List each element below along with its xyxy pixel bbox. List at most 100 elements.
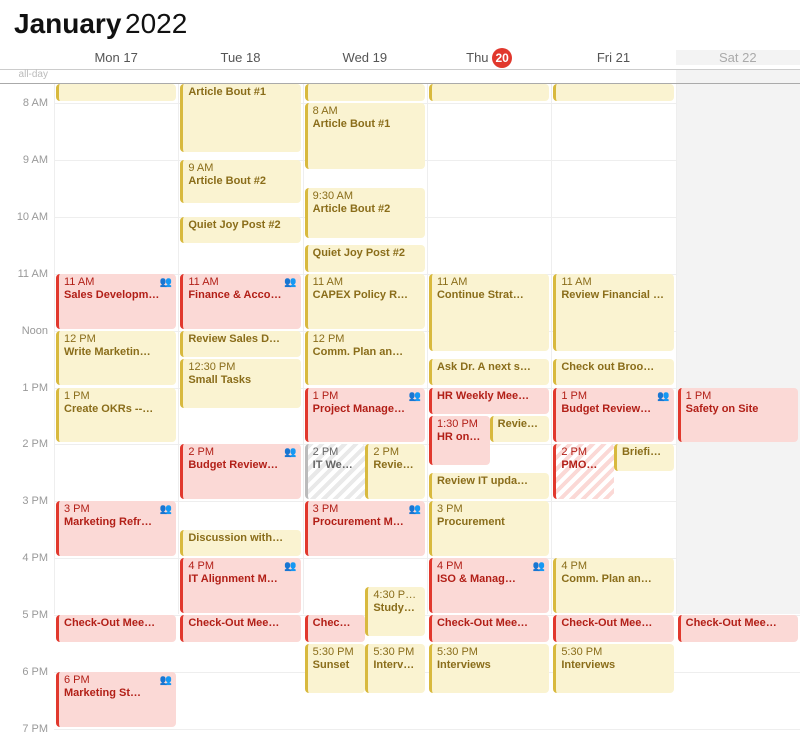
event[interactable]: 2 PMIT We…: [305, 444, 366, 499]
day-header-5[interactable]: Sat 22: [676, 50, 800, 65]
event[interactable]: 11 AMFinance & Acco…👥: [180, 274, 300, 329]
event[interactable]: 1:30 PMHR on…: [429, 416, 490, 465]
event[interactable]: 3 PMMarketing Refr…👥: [56, 501, 176, 556]
event-title: Quiet Joy Post #2: [188, 219, 295, 232]
event[interactable]: 5:30 PMInterviews: [553, 644, 673, 693]
day-header-3[interactable]: Thu 20: [427, 48, 551, 68]
event[interactable]: Check-Out Mee…: [553, 615, 673, 641]
event-title: Check-Out Mee…: [437, 617, 544, 630]
event-title: Check-Out Mee…: [64, 617, 171, 630]
event[interactable]: Briefi…: [614, 444, 674, 470]
event[interactable]: 1 PMBudget Review…👥: [553, 388, 673, 443]
event-title: Review Financial Report & Prepa…: [561, 289, 668, 302]
event[interactable]: HR Weekly Mee…: [429, 388, 549, 414]
event-title: IT Alignment M…: [188, 573, 295, 586]
event-title: Article Bout #1: [188, 86, 295, 99]
day-header-2[interactable]: Wed 19: [303, 50, 427, 65]
attendees-icon: 👥: [160, 503, 172, 516]
event[interactable]: [305, 84, 425, 101]
event[interactable]: 1 PMCreate OKRs --…: [56, 388, 176, 443]
event[interactable]: 1 PMProject Manage…👥: [305, 388, 425, 443]
event[interactable]: Check out Broo…: [553, 359, 673, 385]
event[interactable]: 8 AMArticle Bout #1: [305, 103, 425, 169]
today-badge: 20: [492, 48, 512, 68]
event[interactable]: 6 PMMarketing St…👥: [56, 672, 176, 727]
event[interactable]: Check-Out Mee…: [678, 615, 798, 641]
event[interactable]: [429, 84, 549, 101]
title-month: January: [14, 8, 121, 39]
attendees-icon: 👥: [284, 560, 296, 573]
calendar-grid[interactable]: 8 AM9 AM10 AM11 AMNoon1 PM2 PM3 PM4 PM5 …: [0, 84, 800, 614]
day-col-1[interactable]: Article Bout #1 9 AMArticle Bout #2 Quiet …: [178, 84, 302, 614]
event[interactable]: Review IT upda…: [429, 473, 549, 499]
event[interactable]: 9:30 AMArticle Bout #2: [305, 188, 425, 237]
day-col-4[interactable]: 11 AMReview Financial Report & Prepa… Che…: [551, 84, 675, 614]
allday-col-4[interactable]: [551, 70, 675, 83]
allday-col-0[interactable]: [54, 70, 178, 83]
event-title: Small Tasks: [188, 374, 295, 387]
event-time: 5:30 PM: [373, 646, 420, 659]
event[interactable]: 4:30 P…Study…: [365, 587, 425, 636]
event-title: Write Marketin…: [64, 346, 171, 359]
allday-col-2[interactable]: [303, 70, 427, 83]
event-title: HR on…: [437, 431, 485, 444]
event[interactable]: [56, 84, 176, 101]
event[interactable]: 5:30 PMInterv…: [365, 644, 425, 693]
event[interactable]: 2 PMRevie…: [365, 444, 425, 499]
event[interactable]: Check-Out Mee…: [56, 615, 176, 641]
event[interactable]: 4 PMComm. Plan an…: [553, 558, 673, 613]
event-title: Check-Out Mee…: [686, 617, 793, 630]
event[interactable]: [553, 84, 673, 101]
event-title: Project Manage…: [313, 403, 420, 416]
event[interactable]: Article Bout #1: [180, 84, 300, 152]
allday-col-5[interactable]: [676, 70, 800, 83]
day-col-5[interactable]: 1 PMSafety on SiteCheck-Out Mee…: [676, 84, 800, 614]
event-time: 2 PM: [313, 446, 361, 459]
event[interactable]: 12 PMWrite Marketin…: [56, 331, 176, 386]
day-col-2[interactable]: 8 AMArticle Bout #1 9:30 AMArticle Bout #…: [303, 84, 427, 614]
event[interactable]: 12:30 PMSmall Tasks: [180, 359, 300, 408]
event-title: Interviews: [561, 659, 668, 672]
event-title: Discussion with…: [188, 532, 295, 545]
event-time: 3 PM: [313, 503, 420, 516]
event[interactable]: Ask Dr. A next s…: [429, 359, 549, 385]
event[interactable]: 3 PMProcurement: [429, 501, 549, 556]
day-header-0[interactable]: Mon 17: [54, 50, 178, 65]
event[interactable]: 11 AMContinue Strat…: [429, 274, 549, 352]
event[interactable]: 11 AMCAPEX Policy R…: [305, 274, 425, 329]
event[interactable]: 2 PMPMO…: [553, 444, 614, 499]
event-time: 11 AM: [188, 276, 295, 289]
event[interactable]: Chec…: [305, 615, 366, 641]
event[interactable]: 4 PMIT Alignment M…👥: [180, 558, 300, 613]
event[interactable]: 2 PMBudget Review…👥: [180, 444, 300, 499]
event[interactable]: 5:30 PMInterviews: [429, 644, 549, 693]
event[interactable]: 11 AMReview Financial Report & Prepa…: [553, 274, 673, 352]
allday-col-1[interactable]: [178, 70, 302, 83]
event[interactable]: Check-Out Mee…: [180, 615, 300, 641]
day-col-3[interactable]: 11 AMContinue Strat… Ask Dr. A next s… HR …: [427, 84, 551, 614]
event[interactable]: 5:30 PMSunset: [305, 644, 366, 693]
event-title: Article Bout #2: [313, 203, 420, 216]
day-columns[interactable]: 11 AMSales Developm…👥12 PMWrite Marketin…: [54, 84, 800, 614]
allday-col-3[interactable]: [427, 70, 551, 83]
event[interactable]: Discussion with…: [180, 530, 300, 556]
event[interactable]: Revie…: [490, 416, 550, 442]
event-time: 2 PM: [373, 446, 420, 459]
event-time: 4 PM: [437, 560, 544, 573]
event-time: 11 AM: [437, 276, 544, 289]
day-header-4[interactable]: Fri 21: [551, 50, 675, 65]
day-header-1[interactable]: Tue 18: [178, 50, 302, 65]
event[interactable]: Review Sales D…: [180, 331, 300, 357]
event[interactable]: 12 PMComm. Plan an…: [305, 331, 425, 386]
event-title: Comm. Plan an…: [561, 573, 668, 586]
event[interactable]: 9 AMArticle Bout #2: [180, 160, 300, 204]
event[interactable]: Quiet Joy Post #2: [305, 245, 425, 271]
event[interactable]: 3 PMProcurement M…👥: [305, 501, 425, 556]
day-col-0[interactable]: 11 AMSales Developm…👥12 PMWrite Marketin…: [54, 84, 178, 614]
event[interactable]: 1 PMSafety on Site: [678, 388, 798, 443]
event-time: 5:30 PM: [313, 646, 361, 659]
event[interactable]: Check-Out Mee…: [429, 615, 549, 641]
event[interactable]: 4 PMISO & Manag…👥: [429, 558, 549, 613]
event[interactable]: Quiet Joy Post #2: [180, 217, 300, 243]
event[interactable]: 11 AMSales Developm…👥: [56, 274, 176, 329]
